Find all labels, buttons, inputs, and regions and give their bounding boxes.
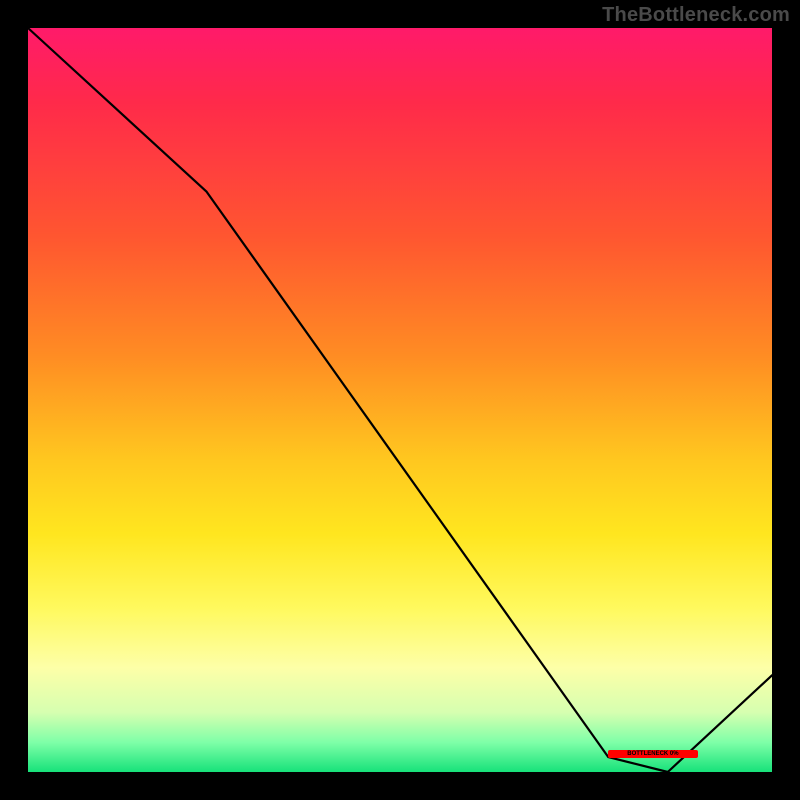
bottleneck-line	[28, 28, 772, 772]
bottleneck-line-path	[28, 28, 772, 772]
optimal-marker: BOTTLENECK 0%	[608, 750, 697, 758]
chart-stage: TheBottleneck.com BOTTLENECK 0%	[0, 0, 800, 800]
optimal-marker-label: BOTTLENECK 0%	[627, 751, 678, 757]
plot-area: BOTTLENECK 0%	[28, 28, 772, 772]
watermark-text: TheBottleneck.com	[602, 4, 790, 27]
